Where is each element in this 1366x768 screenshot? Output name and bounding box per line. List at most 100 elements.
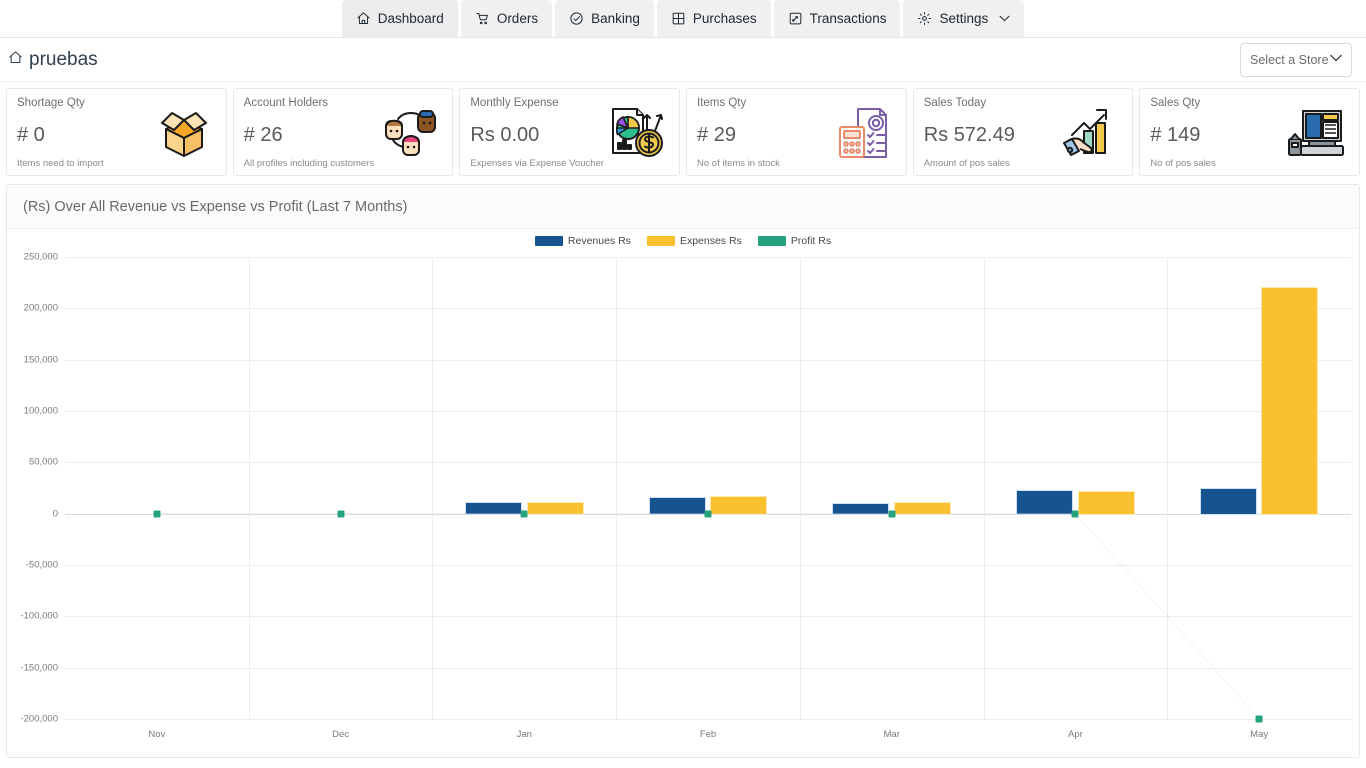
x-axis-tick-label: Mar — [883, 729, 900, 740]
kpi-title: Monthly Expense — [470, 97, 559, 109]
x-axis-tick-label: Apr — [1068, 729, 1083, 740]
profit-data-point[interactable] — [153, 510, 161, 518]
profit-data-point[interactable] — [704, 510, 712, 518]
kpi-card-monthly-expense[interactable]: Monthly Expense Rs 0.00 Expenses via Expen… — [459, 88, 681, 176]
kpi-subtitle: Expenses via Expense Voucher — [470, 158, 604, 169]
page-title: pruebas — [29, 48, 98, 70]
nav-item-label: Purchases — [692, 11, 757, 26]
kpi-value: # 29 — [697, 123, 736, 146]
legend-label: Expenses Rs — [679, 235, 742, 247]
y-axis-tick-label: 250,000 — [23, 251, 58, 263]
kpi-text-block: Monthly Expense Rs 0.00 Expenses via Expen… — [470, 97, 604, 169]
kpi-card-shortage-qty[interactable]: Shortage Qty # 0 Items need to import — [6, 88, 227, 176]
kpi-card-sales-qty[interactable]: Sales Qty # 149 No of pos sales — [1139, 88, 1361, 176]
legend-item-expenses-rs[interactable]: Expenses Rs — [646, 235, 742, 247]
nav-item-label: Banking — [591, 11, 640, 26]
legend-swatch — [646, 236, 675, 246]
kpi-value: Rs 0.00 — [470, 123, 540, 146]
y-axis-tick-label: -100,000 — [20, 610, 58, 622]
nav-item-purchases[interactable]: Purchases — [656, 0, 771, 37]
kpi-value: # 0 — [17, 123, 45, 146]
kpi-value: # 149 — [1150, 123, 1201, 146]
people-group-icon — [372, 97, 442, 169]
profit-data-point[interactable] — [1071, 510, 1079, 518]
chevron-down-icon — [999, 14, 1010, 24]
pos-terminal-icon — [1279, 97, 1349, 169]
grid-icon — [671, 11, 686, 26]
open-box-icon — [146, 97, 216, 169]
hand-growth-chart-icon — [1052, 97, 1122, 169]
kpi-card-sales-today[interactable]: Sales Today Rs 572.49 Amount of pos sales — [912, 88, 1134, 176]
kpi-value: # 26 — [243, 123, 283, 146]
y-axis-tick-label: 150,000 — [23, 354, 58, 366]
kpi-subtitle: No of items in stock — [697, 158, 780, 169]
chart-title: (Rs) Over All Revenue vs Expense vs Prof… — [7, 185, 1359, 229]
x-axis-tick-label: Jan — [516, 729, 532, 740]
y-axis-tick-label: 50,000 — [28, 456, 58, 468]
legend-label: Revenues Rs — [567, 235, 631, 247]
x-axis-tick-label: Dec — [332, 729, 350, 740]
kpi-text-block: Sales Today Rs 572.49 Amount of pos sales — [924, 97, 1015, 169]
x-axis-tick-label: Nov — [148, 729, 166, 740]
nav-item-orders[interactable]: Orders — [460, 0, 553, 37]
kpi-title: Items Qty — [697, 97, 747, 109]
pie-chart-dollar-icon — [599, 97, 669, 169]
kpi-subtitle: No of pos sales — [1150, 158, 1216, 169]
y-axis-tick-label: 200,000 — [23, 302, 58, 314]
y-axis-tick-label: -50,000 — [25, 559, 58, 571]
profit-data-point[interactable] — [888, 510, 896, 518]
calculator-checklist-icon — [826, 97, 896, 169]
gridline — [65, 719, 1351, 720]
nav-item-label: Settings — [939, 11, 989, 26]
breadcrumb[interactable]: pruebas — [8, 49, 98, 71]
x-axis-tick-label: May — [1250, 729, 1269, 740]
store-select-dropdown[interactable]: Select a Store — [1240, 42, 1352, 77]
chart-panel: (Rs) Over All Revenue vs Expense vs Prof… — [6, 184, 1360, 758]
x-axis-tick-label: Feb — [699, 729, 717, 740]
kpi-title: Sales Qty — [1150, 97, 1201, 109]
check-circle-icon — [569, 11, 584, 26]
home-icon — [356, 11, 371, 26]
nav-item-label: Transactions — [809, 11, 887, 26]
nav-item-banking[interactable]: Banking — [555, 0, 654, 37]
profit-data-point[interactable] — [520, 510, 528, 518]
y-axis-tick-label: 0 — [52, 508, 58, 520]
legend-item-revenues-rs[interactable]: Revenues Rs — [534, 235, 631, 247]
y-axis-tick-label: -200,000 — [20, 713, 58, 725]
y-axis-tick-label: 100,000 — [23, 405, 58, 417]
top-navigation-bar: Dashboard Orders Banking Purchases Transacti… — [0, 0, 1366, 38]
store-select-label: Select a Store — [1250, 52, 1329, 67]
kpi-card-row: Shortage Qty # 0 Items need to import Acco… — [0, 82, 1366, 176]
y-axis-tick-label: -150,000 — [20, 662, 58, 674]
home-icon — [8, 49, 23, 71]
kpi-title: Sales Today — [923, 97, 987, 109]
nav-item-label: Orders — [496, 11, 539, 26]
chevron-down-icon — [1330, 54, 1342, 65]
legend-item-profit-rs[interactable]: Profit Rs — [757, 235, 832, 247]
kpi-text-block: Sales Qty # 149 No of pos sales — [1150, 97, 1215, 169]
legend-swatch — [534, 236, 563, 246]
kpi-card-account-holders[interactable]: Account Holders # 26 All profiles includin… — [232, 88, 454, 176]
kpi-subtitle: All profiles including customers — [243, 158, 375, 169]
kpi-title: Shortage Qty — [17, 97, 85, 109]
nav-item-dashboard[interactable]: Dashboard — [341, 0, 458, 37]
nav-item-settings[interactable]: Settings — [903, 0, 1025, 37]
page-header: pruebas Select a Store — [0, 38, 1366, 82]
nav-item-transactions[interactable]: Transactions — [773, 0, 901, 37]
kpi-subtitle: Items need to import — [17, 158, 104, 169]
kpi-text-block: Shortage Qty # 0 Items need to import — [17, 97, 104, 169]
legend-swatch — [757, 236, 786, 246]
kpi-title: Account Holders — [243, 97, 329, 109]
profit-line-series — [65, 257, 1351, 719]
cart-icon — [475, 11, 490, 26]
kpi-card-items-qty[interactable]: Items Qty # 29 No of items in stock — [686, 88, 907, 176]
transactions-icon — [788, 11, 803, 26]
nav-item-list: Dashboard Orders Banking Purchases Transacti… — [341, 0, 1025, 37]
nav-item-label: Dashboard — [377, 11, 444, 26]
gear-icon — [917, 11, 932, 26]
chart-plot-area: 250,000 200,000 150,000 100,000 50,000 0 -50,0… — [20, 252, 1351, 740]
legend-label: Profit Rs — [790, 235, 832, 247]
profit-data-point[interactable] — [337, 510, 345, 518]
kpi-text-block: Account Holders # 26 All profiles includin… — [243, 97, 375, 169]
profit-data-point[interactable] — [1255, 715, 1263, 723]
